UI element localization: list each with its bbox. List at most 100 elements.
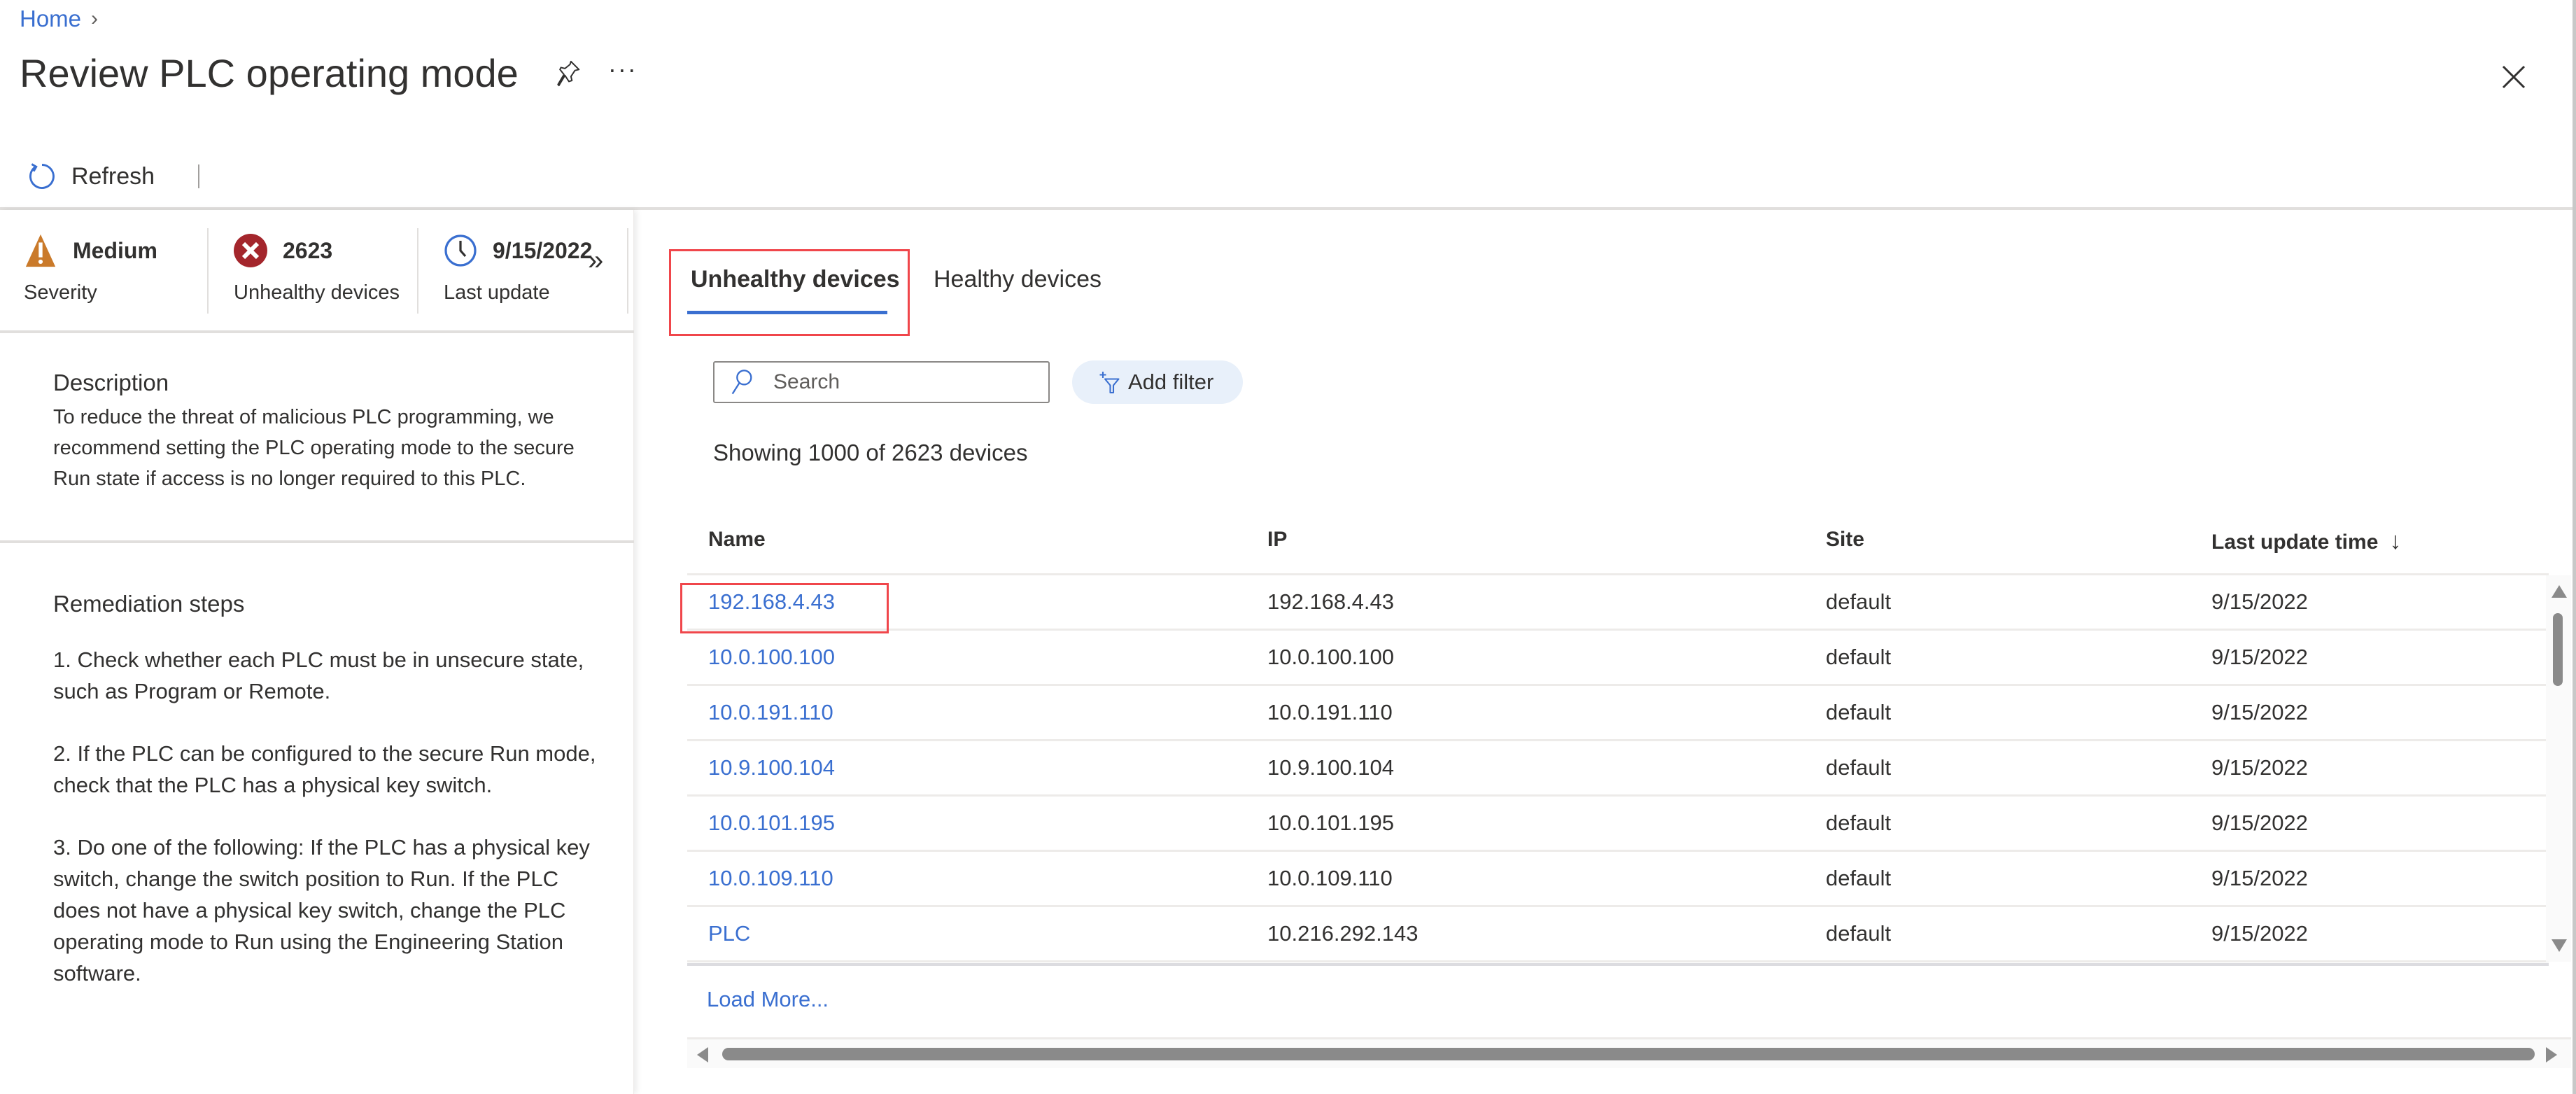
remediation-heading: Remediation steps (53, 591, 245, 617)
device-last-update: 9/15/2022 (2211, 700, 2308, 724)
breadcrumb-home-link[interactable]: Home (20, 6, 81, 32)
device-name-link[interactable]: PLC (708, 921, 750, 946)
scroll-up-arrow-icon[interactable] (2552, 585, 2567, 598)
table-row[interactable]: 10.0.100.100 10.0.100.100 default 9/15/2… (687, 631, 2549, 686)
description-heading: Description (53, 370, 169, 395)
chevron-right-icon: › (91, 7, 99, 30)
refresh-label: Refresh (71, 162, 155, 190)
toolbar: Refresh (27, 158, 200, 195)
last-update-summary: 9/15/2022 Last update (444, 228, 592, 312)
add-filter-label: Add filter (1128, 370, 1214, 394)
remediation-step: 3. Do one of the following: If the PLC h… (53, 835, 590, 986)
vertical-scroll-thumb[interactable] (2553, 613, 2563, 686)
title-row: Review PLC operating mode ··· (20, 50, 638, 96)
summary-divider (627, 228, 628, 314)
table-row[interactable]: 10.0.191.110 10.0.191.110 default 9/15/2… (687, 686, 2549, 741)
device-site: default (1826, 866, 1892, 890)
clock-icon (444, 234, 477, 267)
tab-healthy-devices[interactable]: Healthy devices (934, 266, 1102, 293)
details-panel: Medium Severity 2623 Unhealthy devices 9… (0, 210, 634, 1094)
scroll-left-arrow-icon[interactable] (697, 1047, 708, 1063)
scroll-down-arrow-icon[interactable] (2552, 939, 2567, 952)
device-site: default (1826, 700, 1892, 724)
severity-summary: Medium Severity (24, 228, 157, 312)
results-count: Showing 1000 of 2623 devices (713, 440, 1028, 465)
device-last-update: 9/15/2022 (2211, 755, 2308, 780)
breadcrumb: Home › (20, 6, 98, 32)
severity-value: Medium (73, 237, 157, 263)
device-ip: 10.0.100.100 (1267, 645, 1395, 669)
remediation-steps: 1. Check whether each PLC must be in uns… (53, 644, 599, 1020)
panel-divider (0, 330, 634, 333)
warning-icon (25, 234, 56, 267)
remediation-step: 2. If the PLC can be configured to the s… (53, 741, 596, 797)
column-header-last-update-label: Last update time (2211, 531, 2379, 554)
search-box[interactable] (713, 361, 1050, 403)
horizontal-scrollbar[interactable] (687, 1037, 2571, 1068)
summary-bar: Medium Severity 2623 Unhealthy devices 9… (0, 228, 634, 314)
table-row[interactable]: 10.0.109.110 10.0.109.110 default 9/15/2… (687, 852, 2549, 907)
device-site: default (1826, 811, 1892, 835)
device-last-update: 9/15/2022 (2211, 866, 2308, 890)
table-row[interactable]: 10.9.100.104 10.9.100.104 default 9/15/2… (687, 741, 2549, 797)
toolbar-divider (198, 164, 200, 188)
more-options-icon[interactable]: ··· (608, 55, 638, 84)
device-site: default (1826, 921, 1892, 946)
last-update-label: Last update (444, 281, 550, 304)
error-icon (234, 234, 267, 267)
device-ip: 10.0.191.110 (1267, 700, 1393, 724)
add-filter-icon (1099, 372, 1120, 394)
page-title: Review PLC operating mode (20, 51, 519, 95)
unhealthy-summary: 2623 Unhealthy devices (234, 228, 400, 312)
table-header: Name IP Site Last update time ↓ (687, 511, 2549, 575)
device-name-link[interactable]: 10.0.100.100 (708, 645, 835, 670)
pin-icon[interactable] (556, 59, 582, 87)
table-body: 192.168.4.43 192.168.4.43 default 9/15/2… (687, 575, 2549, 1015)
table-row[interactable]: 10.0.101.195 10.0.101.195 default 9/15/2… (687, 797, 2549, 852)
column-header-name[interactable]: Name (708, 528, 766, 552)
sort-descending-icon: ↓ (2389, 528, 2402, 554)
severity-label: Severity (24, 281, 97, 304)
device-last-update: 9/15/2022 (2211, 589, 2308, 614)
summary-divider (417, 228, 418, 314)
close-icon[interactable] (2501, 64, 2526, 90)
device-name-link[interactable]: 10.0.109.110 (708, 866, 833, 891)
summary-divider (207, 228, 209, 314)
expand-icon[interactable]: » (588, 245, 603, 276)
device-name-link[interactable]: 10.9.100.104 (708, 755, 835, 780)
last-update-value: 9/15/2022 (493, 237, 593, 263)
vertical-scrollbar[interactable] (2546, 575, 2571, 962)
annotation-highlight-tab (669, 249, 910, 336)
table-row[interactable]: 192.168.4.43 192.168.4.43 default 9/15/2… (687, 575, 2549, 631)
load-more-link[interactable]: Load More... (707, 987, 829, 1012)
column-header-site[interactable]: Site (1826, 528, 1864, 552)
refresh-icon (29, 163, 55, 189)
unhealthy-label: Unhealthy devices (234, 281, 400, 304)
device-site: default (1826, 645, 1892, 669)
column-header-last-update[interactable]: Last update time ↓ (2211, 528, 2401, 555)
search-icon (731, 370, 752, 395)
device-ip: 10.0.109.110 (1267, 866, 1393, 890)
table-row[interactable]: PLC 10.216.292.143 default 9/15/2022 (687, 907, 2549, 962)
panel-divider (0, 540, 634, 543)
remediation-step: 1. Check whether each PLC must be in uns… (53, 647, 584, 703)
device-ip: 10.216.292.143 (1267, 921, 1419, 946)
device-ip: 10.0.101.195 (1267, 811, 1395, 835)
add-filter-button[interactable]: Add filter (1072, 360, 1243, 404)
device-last-update: 9/15/2022 (2211, 811, 2308, 835)
device-last-update: 9/15/2022 (2211, 921, 2308, 946)
refresh-button[interactable]: Refresh (27, 161, 155, 192)
annotation-highlight-row (680, 583, 889, 633)
device-name-link[interactable]: 10.0.101.195 (708, 811, 835, 836)
search-input[interactable] (773, 370, 1039, 394)
device-ip: 10.9.100.104 (1267, 755, 1395, 780)
devices-table: Name IP Site Last update time ↓ 192.168.4… (687, 511, 2549, 1015)
device-name-link[interactable]: 10.0.191.110 (708, 700, 833, 725)
device-last-update: 9/15/2022 (2211, 645, 2308, 669)
column-header-ip[interactable]: IP (1267, 528, 1287, 552)
horizontal-scroll-thumb[interactable] (722, 1048, 2535, 1060)
table-bottom-border (687, 963, 2549, 966)
device-ip: 192.168.4.43 (1267, 589, 1395, 614)
device-site: default (1826, 589, 1892, 614)
scroll-right-arrow-icon[interactable] (2546, 1047, 2557, 1063)
